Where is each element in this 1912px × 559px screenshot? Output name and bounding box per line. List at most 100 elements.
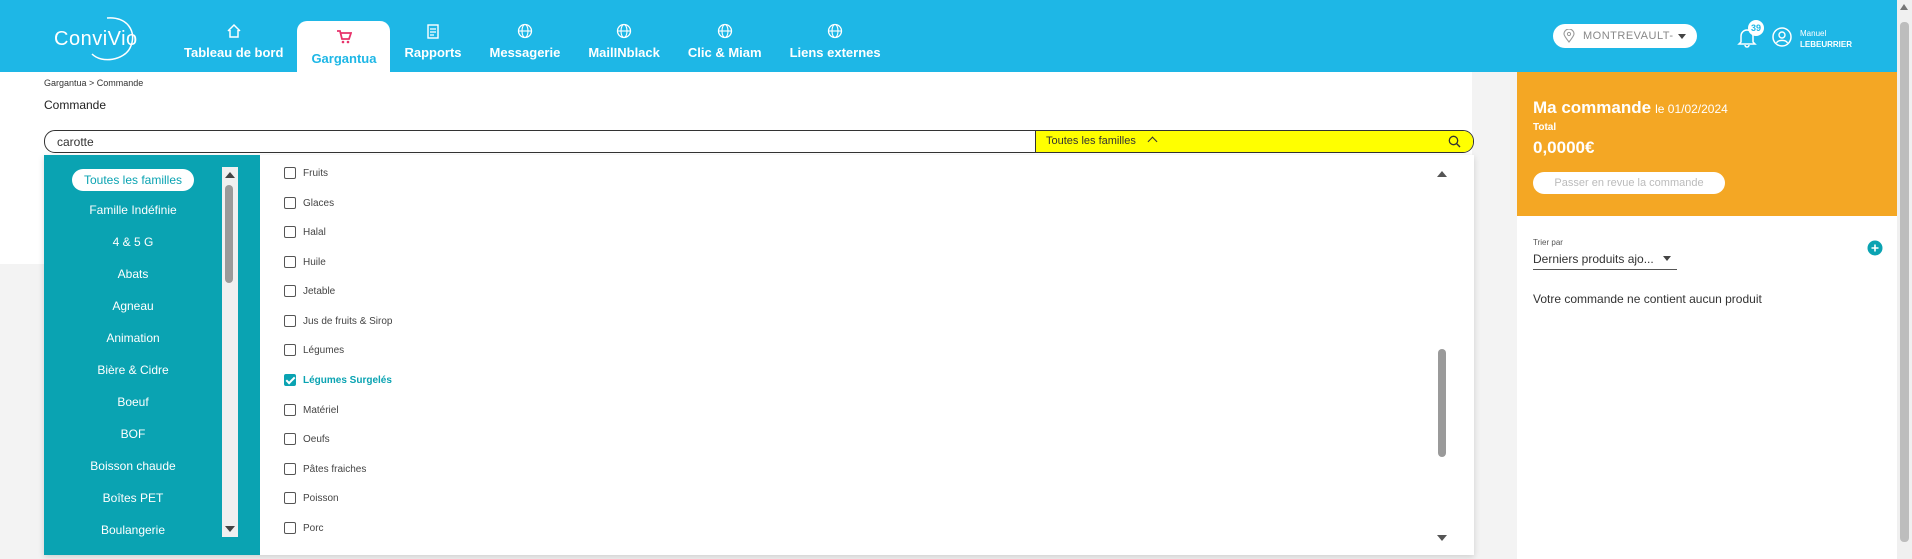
family-item[interactable]: Boulangerie: [44, 523, 222, 537]
scroll-up-icon[interactable]: [1900, 4, 1908, 10]
location-label: MONTREVAULT-: [1583, 30, 1674, 42]
subfamily-item[interactable]: Légumes: [284, 344, 344, 356]
checkbox[interactable]: [284, 197, 296, 209]
nav-tableau-de-bord[interactable]: Tableau de bord: [170, 0, 297, 72]
globe-icon: [616, 23, 632, 38]
subfamily-item[interactable]: Jetable: [284, 285, 335, 297]
user-icon[interactable]: [1772, 27, 1792, 47]
chevron-up-icon: [1147, 136, 1158, 147]
search-icon[interactable]: [1448, 135, 1461, 148]
family-item[interactable]: Boeuf: [44, 395, 222, 409]
subfamily-item[interactable]: Porc: [284, 522, 324, 534]
checkbox[interactable]: [284, 167, 296, 179]
main-nav: Tableau de bord Gargantua Rapports Messa…: [170, 0, 895, 72]
family-item[interactable]: Boîtes PET: [44, 491, 222, 505]
checkbox[interactable]: [284, 404, 296, 416]
subfamily-item-legumes-surgeles[interactable]: Légumes Surgelés: [284, 374, 392, 386]
review-order-button[interactable]: Passer en revue la commande: [1533, 172, 1725, 194]
subfamily-item[interactable]: Jus de fruits & Sirop: [284, 315, 392, 327]
family-item-all[interactable]: Toutes les familles: [44, 169, 222, 191]
page-title: Commande: [44, 98, 107, 112]
clipboard-icon: [427, 23, 439, 39]
scroll-up-icon[interactable]: [1437, 171, 1447, 177]
home-icon: [227, 23, 241, 38]
sort-select[interactable]: Derniers produits ajo...: [1533, 252, 1677, 270]
family-list: Toutes les familles Famille Indéfinie 4 …: [44, 155, 260, 555]
scroll-thumb[interactable]: [225, 185, 233, 283]
checkbox[interactable]: [284, 226, 296, 238]
empty-order-message: Votre commande ne contient aucun produit: [1533, 292, 1762, 306]
checkbox[interactable]: [284, 285, 296, 297]
location-select[interactable]: MONTREVAULT-: [1553, 24, 1697, 48]
convivio-logo[interactable]: ConviVio: [52, 10, 142, 64]
family-item[interactable]: 4 & 5 G: [44, 235, 222, 249]
order-summary: Ma commande le 01/02/2024 Total 0,0000€ P…: [1517, 72, 1897, 216]
user-last-name: LEBEURRIER: [1800, 40, 1853, 49]
subfamily-list-scrollbar[interactable]: [1436, 169, 1448, 541]
search-input[interactable]: [57, 131, 1037, 152]
family-item[interactable]: Agneau: [44, 299, 222, 313]
add-circle-icon[interactable]: [1867, 240, 1883, 256]
subfamily-label: Légumes: [303, 344, 345, 356]
nav-label: Tableau de bord: [184, 44, 284, 60]
nav-clic-miam[interactable]: Clic & Miam: [674, 0, 776, 72]
subfamily-item[interactable]: Glaces: [284, 197, 334, 209]
nav-messagerie[interactable]: Messagerie: [476, 0, 575, 72]
family-item-label: Abats: [117, 267, 149, 281]
nav-liens-externes[interactable]: Liens externes: [776, 0, 895, 72]
checkbox[interactable]: [284, 492, 296, 504]
subfamily-label: Pâtes fraiches: [303, 463, 367, 475]
subfamily-item[interactable]: Halal: [284, 226, 326, 238]
subfamily-item[interactable]: Oeufs: [284, 433, 330, 445]
family-item-label: Famille Indéfinie: [89, 203, 177, 217]
family-item[interactable]: Bière & Cidre: [44, 363, 222, 377]
family-item[interactable]: Famille Indéfinie: [44, 203, 222, 217]
family-item[interactable]: Boisson chaude: [44, 459, 222, 473]
checkbox[interactable]: [284, 522, 296, 534]
nav-label: MailINblack: [588, 44, 660, 60]
subfamily-item[interactable]: Fruits: [284, 167, 328, 179]
family-item[interactable]: Abats: [44, 267, 222, 281]
page-scrollbar[interactable]: [1897, 0, 1912, 559]
checkbox-checked[interactable]: [284, 374, 296, 386]
order-total-value: 0,0000€: [1533, 138, 1595, 157]
checkbox[interactable]: [284, 344, 296, 356]
subfamily-item[interactable]: Matériel: [284, 404, 339, 416]
scroll-thumb[interactable]: [1438, 349, 1446, 457]
scroll-down-icon[interactable]: [225, 526, 235, 532]
nav-rapports[interactable]: Rapports: [390, 0, 475, 72]
family-item[interactable]: BOF: [44, 427, 222, 441]
family-item[interactable]: Animation: [44, 331, 222, 345]
checkbox[interactable]: [284, 256, 296, 268]
globe-icon: [517, 23, 533, 38]
user-name[interactable]: Manuel LEBEURRIER: [1800, 28, 1852, 50]
scroll-thumb[interactable]: [1900, 22, 1909, 542]
notification-badge: 39: [1748, 20, 1764, 36]
subfamily-label: Glaces: [303, 197, 335, 209]
globe-icon: [717, 23, 732, 38]
order-total-label: Total: [1533, 122, 1557, 133]
breadcrumb[interactable]: Gargantua > Commande: [44, 78, 143, 88]
subfamily-label: Légumes Surgelés: [303, 374, 392, 386]
checkbox[interactable]: [284, 315, 296, 327]
top-header: ConviVio Tableau de bord Gargantua Rappo…: [0, 0, 1897, 72]
subfamily-item[interactable]: Pâtes fraiches: [284, 463, 366, 475]
family-select-label: Toutes les familles: [1046, 135, 1136, 147]
scroll-down-icon[interactable]: [1437, 535, 1447, 541]
family-select[interactable]: Toutes les familles: [1035, 131, 1473, 152]
subfamily-item[interactable]: Huile: [284, 256, 326, 268]
subfamily-list: Fruits Glaces Halal Huile Jetable Jus de…: [260, 155, 1474, 555]
checkbox[interactable]: [284, 433, 296, 445]
nav-mailinblack[interactable]: MailINblack: [574, 0, 674, 72]
subfamily-label: Fruits: [303, 167, 328, 179]
nav-gargantua[interactable]: Gargantua: [297, 21, 391, 72]
family-list-scrollbar[interactable]: [222, 167, 238, 537]
subfamily-label: Huile: [303, 256, 326, 268]
family-item-label: Boeuf: [117, 395, 149, 409]
subfamily-item[interactable]: Poisson: [284, 492, 339, 504]
scroll-up-icon[interactable]: [225, 172, 235, 178]
nav-label: Clic & Miam: [687, 44, 762, 60]
nav-label: Rapports: [404, 44, 462, 60]
sort-label: Trier par: [1533, 238, 1563, 247]
checkbox[interactable]: [284, 463, 296, 475]
